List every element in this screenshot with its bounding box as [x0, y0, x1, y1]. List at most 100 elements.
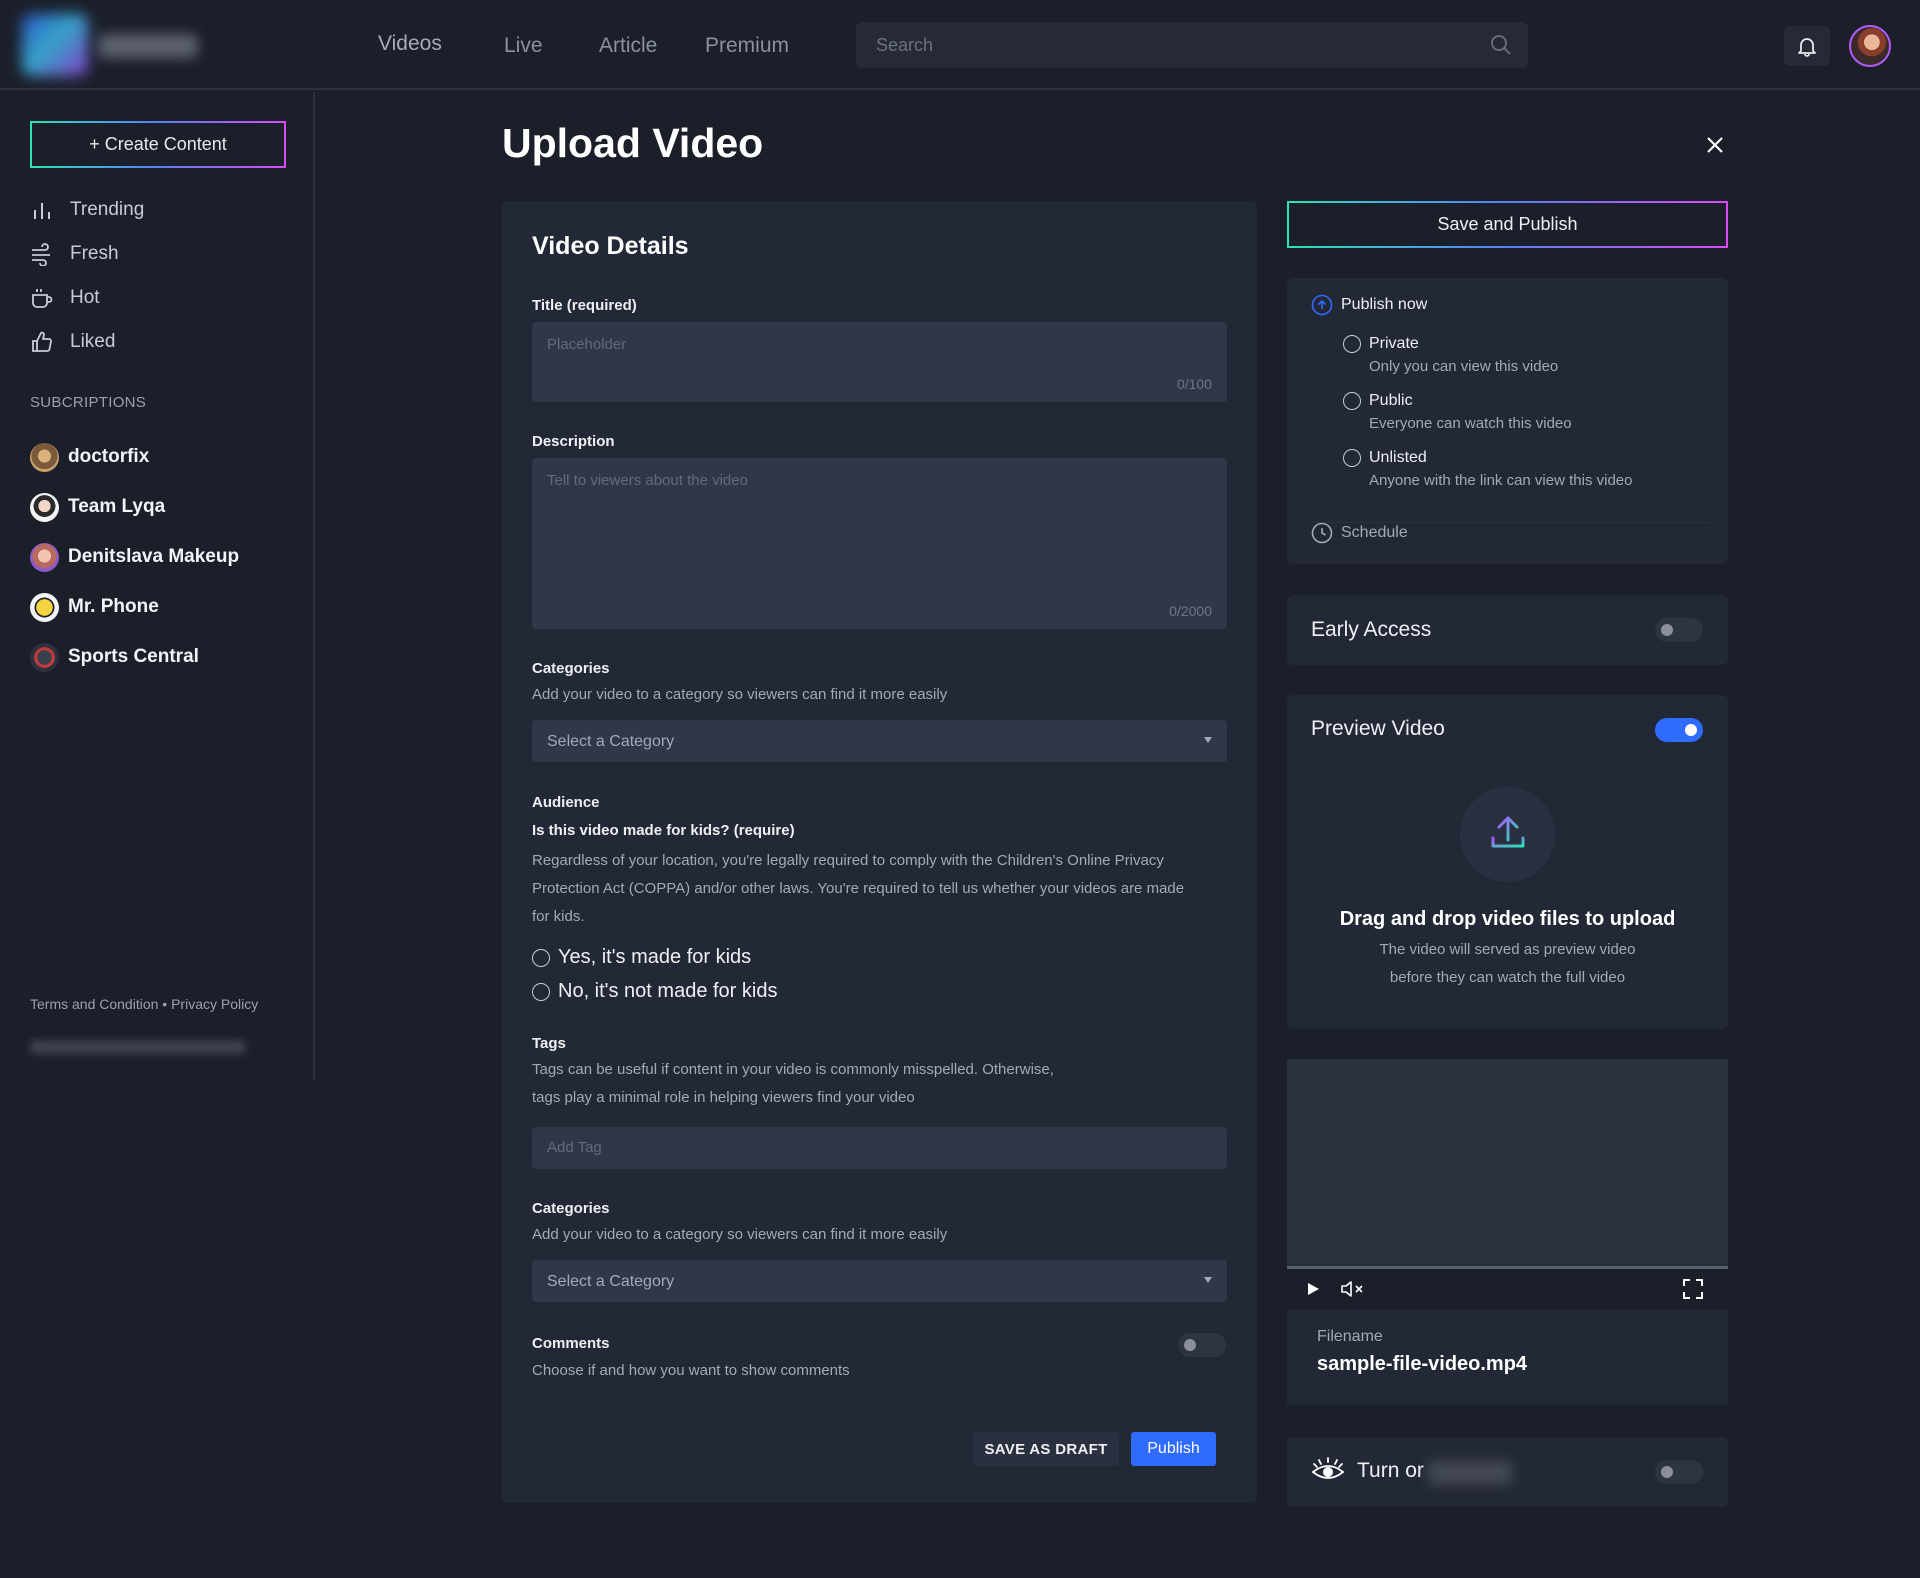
save-and-publish-button[interactable]: Save and Publish: [1287, 201, 1728, 248]
tags-help-line: tags play a minimal role in helping view…: [532, 1089, 915, 1106]
subscription-team-lyqa[interactable]: Team Lyqa: [30, 491, 165, 523]
visibility-public-radio[interactable]: [1343, 392, 1361, 410]
sidebar-item-trending[interactable]: Trending: [30, 195, 144, 225]
avatar: [30, 442, 59, 472]
radio-button[interactable]: [532, 948, 550, 967]
tags-placeholder: Add Tag: [547, 1139, 602, 1156]
sidebar-item-label: Hot: [70, 287, 100, 308]
subscription-name: Team Lyqa: [68, 496, 166, 517]
tags-input[interactable]: Add Tag: [532, 1127, 1227, 1169]
schedule-option[interactable]: Schedule: [1311, 522, 1408, 544]
visibility-private-desc: Only you can view this video: [1369, 358, 1559, 375]
preview-video-toggle[interactable]: [1655, 718, 1703, 742]
subscription-mr-phone[interactable]: Mr. Phone: [30, 591, 159, 623]
save-draft-button[interactable]: SAVE AS DRAFT: [973, 1432, 1119, 1466]
kids-yes-option[interactable]: Yes, it's made for kids: [532, 946, 751, 969]
subscription-name: Mr. Phone: [68, 596, 159, 617]
chevron-down-icon: [1204, 737, 1212, 743]
sidebar-item-fresh[interactable]: Fresh: [30, 239, 119, 269]
visibility-private-radio[interactable]: [1343, 335, 1361, 353]
chevron-down-icon: [1204, 1277, 1212, 1283]
copyright-text-blurred: [30, 1040, 246, 1054]
close-icon[interactable]: [1704, 134, 1726, 156]
eye-icon: [1311, 1457, 1345, 1479]
subscription-sports-central[interactable]: Sports Central: [30, 641, 199, 673]
nav-live[interactable]: Live: [504, 34, 543, 58]
filename-label: Filename: [1317, 1328, 1383, 1345]
sidebar-divider: [313, 92, 315, 1080]
categories-label: Categories: [532, 660, 610, 677]
category-select-value: Select a Category: [547, 1273, 675, 1290]
visibility-unlisted-title: Unlisted: [1369, 449, 1427, 466]
visibility-unlisted-radio[interactable]: [1343, 449, 1361, 467]
preview-video-label: Preview Video: [1311, 717, 1445, 740]
early-access-toggle[interactable]: [1655, 618, 1703, 642]
mute-icon[interactable]: [1340, 1280, 1366, 1298]
footer-separator: •: [162, 996, 168, 1012]
visibility-private-title: Private: [1369, 335, 1419, 352]
video-player[interactable]: [1287, 1059, 1728, 1266]
publish-now-option[interactable]: Publish now: [1311, 294, 1427, 316]
description-field[interactable]: Tell to viewers about the video 0/2000: [532, 458, 1227, 629]
comments-toggle[interactable]: [1178, 1333, 1226, 1357]
categories-label: Categories: [532, 1200, 610, 1217]
title-placeholder: Placeholder: [547, 336, 627, 353]
avatar: [30, 592, 59, 622]
schedule-label: Schedule: [1341, 524, 1408, 541]
subscriptions-heading: SUBCRIPTIONS: [30, 394, 147, 411]
turn-on-toggle[interactable]: [1655, 1460, 1703, 1484]
terms-link[interactable]: Terms and Condition: [30, 996, 158, 1012]
video-details-heading: Video Details: [532, 232, 689, 260]
visibility-unlisted-desc: Anyone with the link can view this video: [1369, 472, 1633, 489]
upload-icon: [1491, 816, 1525, 848]
early-access-label: Early Access: [1311, 618, 1432, 641]
audience-help-line: for kids.: [532, 908, 585, 925]
audience-help-line: Protection Act (COPPA) and/or other laws…: [532, 880, 1185, 897]
app-logo[interactable]: [22, 14, 198, 76]
nav-premium[interactable]: Premium: [705, 34, 789, 58]
nav-article[interactable]: Article: [599, 34, 657, 58]
title-label: Title (required): [532, 297, 637, 314]
upload-dropzone-button[interactable]: [1460, 787, 1555, 882]
sidebar-item-hot[interactable]: Hot: [30, 283, 100, 313]
coffee-cup-icon: [32, 289, 53, 308]
privacy-link[interactable]: Privacy Policy: [171, 996, 258, 1012]
description-counter: 0/2000: [1169, 603, 1212, 619]
sidebar-item-liked[interactable]: Liked: [30, 327, 115, 357]
subscription-name: Sports Central: [68, 646, 199, 667]
footer-links: Terms and Condition • Privacy Policy: [30, 996, 258, 1012]
radio-button[interactable]: [532, 982, 550, 1001]
play-icon[interactable]: [1306, 1282, 1320, 1296]
clock-icon: [1311, 522, 1333, 544]
sidebar-item-label: Trending: [70, 199, 145, 220]
turn-on-label: Turn or: [1357, 1459, 1424, 1482]
thumbs-up-icon: [32, 331, 52, 352]
categories-help: Add your video to a category so viewers …: [532, 686, 948, 703]
search-icon[interactable]: [1490, 34, 1512, 56]
title-counter: 0/100: [1176, 376, 1212, 392]
dropzone-title: Drag and drop video files to upload: [1339, 908, 1676, 930]
bell-icon: [1798, 38, 1816, 57]
kids-no-option[interactable]: No, it's not made for kids: [532, 980, 777, 1003]
kids-yes-label: Yes, it's made for kids: [558, 946, 752, 968]
filename-value: sample-file-video.mp4: [1317, 1353, 1528, 1375]
avatar: [30, 542, 59, 572]
create-content-button[interactable]: + Create Content: [30, 121, 286, 168]
notifications-button[interactable]: [1784, 26, 1830, 66]
avatar: [30, 492, 59, 522]
tags-label: Tags: [532, 1035, 566, 1052]
category-select-2[interactable]: Select a Category: [532, 1260, 1227, 1302]
nav-videos[interactable]: Videos: [378, 32, 442, 56]
search-input[interactable]: Search: [856, 22, 1528, 68]
title-field[interactable]: Placeholder 0/100: [532, 322, 1227, 402]
category-select-value: Select a Category: [547, 733, 675, 750]
fullscreen-icon[interactable]: [1683, 1279, 1703, 1299]
subscription-doctorfix[interactable]: doctorfix: [30, 441, 149, 473]
user-avatar[interactable]: [1849, 25, 1891, 67]
subscription-denitslava-makeup[interactable]: Denitslava Makeup: [30, 541, 239, 573]
publish-button[interactable]: Publish: [1131, 1432, 1216, 1466]
subscription-name: doctorfix: [68, 446, 150, 467]
comments-help: Choose if and how you want to show comme…: [532, 1362, 850, 1379]
dropzone-subtitle: before they can watch the full video: [1389, 969, 1626, 986]
category-select[interactable]: Select a Category: [532, 720, 1227, 762]
